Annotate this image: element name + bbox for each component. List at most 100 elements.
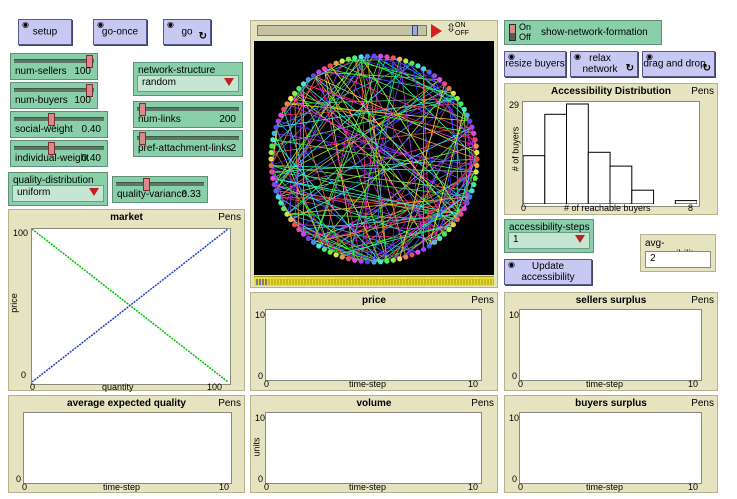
plot-pens-button[interactable]: Pens (218, 398, 241, 409)
seller-marker-icon (298, 279, 300, 285)
buyer-node-icon (426, 69, 432, 75)
seller-marker-icon (430, 279, 432, 285)
seller-marker-icon (259, 279, 261, 285)
plot-pens-button[interactable]: Pens (218, 212, 241, 223)
chooser-value: uniform (17, 187, 51, 198)
seller-marker-icon (307, 279, 309, 285)
monitor-value: 2 (650, 253, 656, 264)
num-sellers-slider[interactable]: num-sellers 100 (10, 53, 98, 80)
seller-marker-icon (394, 279, 396, 285)
seller-marker-icon (331, 279, 333, 285)
x-min-label: 0 (22, 482, 28, 492)
slider-name: num-sellers (15, 66, 67, 77)
pref-attachment-links-slider[interactable]: pref-attachment-links 2 (133, 130, 243, 157)
seller-marker-icon (397, 279, 399, 285)
buyer-node-icon (292, 90, 298, 96)
slider-value: 200 (219, 114, 236, 125)
seller-marker-icon (412, 279, 414, 285)
slider-track (137, 136, 239, 140)
switch-off-label: Off (519, 32, 531, 42)
x-max-label: 10 (468, 482, 479, 492)
market-chart-svg (32, 229, 228, 382)
buyer-node-icon (310, 239, 317, 245)
quality-variance-slider[interactable]: quality-variance 0.33 (112, 176, 208, 203)
buyer-node-icon (421, 246, 427, 252)
buyer-node-icon (474, 156, 480, 162)
quality-distribution-chooser[interactable]: quality-distribution uniform (8, 172, 108, 206)
plot-area (519, 309, 702, 381)
plot-pens-button[interactable]: Pens (691, 86, 714, 97)
buyer-node-icon (437, 77, 443, 83)
chooser-box[interactable]: 1 (508, 232, 590, 249)
slider-track (14, 59, 94, 63)
buyer-node-icon (471, 182, 477, 188)
plot-pens-button[interactable]: Pens (691, 295, 714, 306)
buyer-node-icon (464, 112, 470, 118)
buyer-node-icon (271, 182, 277, 188)
buyer-node-icon (275, 194, 281, 200)
social-weight-slider[interactable]: social-weight 0.40 (10, 111, 108, 138)
view-updates-toggle[interactable]: ⇳ ON OFF (446, 22, 472, 39)
num-buyers-slider[interactable]: num-buyers 100 (10, 82, 98, 109)
seller-marker-icon (421, 279, 423, 285)
speed-slider[interactable] (257, 25, 427, 36)
buyer-node-icon (268, 149, 274, 156)
buyer-node-icon (281, 206, 287, 212)
go-once-button-label: go-once (101, 26, 139, 38)
network-structure-chooser[interactable]: network-structure random (133, 62, 243, 96)
seller-marker-icon (445, 279, 447, 285)
seller-marker-icon (451, 279, 453, 285)
buyer-node-icon (327, 63, 333, 69)
accessibility-steps-chooser[interactable]: accessibility-steps 1 (504, 219, 594, 253)
buyer-node-icon (371, 259, 377, 265)
resize-buyers-label: resize buyers (505, 58, 565, 70)
seller-marker-icon (340, 279, 342, 285)
buyer-node-icon (278, 200, 284, 206)
show-network-formation-switch[interactable]: On Off show-network-formation (504, 20, 662, 45)
play-arrow-icon[interactable] (431, 24, 442, 38)
buyer-node-icon (352, 257, 358, 263)
drag-and-drop-button[interactable]: ◉ drag and drop ↻ (642, 51, 715, 77)
go-button[interactable]: ◉ go ↻ (163, 19, 211, 45)
buyer-node-icon (333, 60, 339, 66)
buyer-node-icon (292, 222, 298, 228)
buyer-node-icon (271, 130, 277, 136)
buyer-node-icon (321, 66, 327, 72)
individual-weight-slider[interactable]: individual-weight 0.40 (10, 140, 108, 167)
resize-buyers-button[interactable]: ◉ resize buyers (504, 51, 566, 77)
chooser-box[interactable]: uniform (12, 185, 104, 202)
plot-pens-button[interactable]: Pens (471, 398, 494, 409)
buyer-node-icon (421, 66, 427, 72)
buyer-node-icon (441, 81, 448, 87)
seller-marker-icon (361, 279, 363, 285)
chooser-box[interactable]: random (137, 75, 239, 92)
buyer-node-icon (390, 55, 396, 61)
num-links-slider[interactable]: num-links 200 (133, 101, 243, 128)
seller-marker-icon (472, 279, 474, 285)
switch-label: show-network-formation (541, 27, 648, 38)
go-once-button[interactable]: ◉ go-once (93, 19, 147, 45)
world-view[interactable] (254, 41, 494, 275)
buyer-node-icon (415, 63, 421, 69)
plot-area (265, 412, 482, 484)
plot-area (23, 412, 232, 484)
buyer-node-icon (273, 188, 279, 194)
setup-button-label: setup (32, 26, 58, 38)
y-min-label: 0 (258, 371, 264, 381)
update-accessibility-button[interactable]: ◉ Update accessibility (504, 259, 592, 285)
switch-track[interactable] (509, 24, 516, 41)
plot-pens-button[interactable]: Pens (691, 398, 714, 409)
seller-marker-icon (265, 279, 267, 285)
buyer-node-icon (384, 258, 390, 264)
seller-marker-icon (367, 279, 369, 285)
plot-pens-button[interactable]: Pens (471, 295, 494, 306)
seller-marker-icon (481, 279, 483, 285)
seller-marker-icon (373, 279, 375, 285)
slider-name: quality-variance (117, 189, 188, 200)
speed-slider-knob[interactable] (411, 25, 418, 36)
setup-button[interactable]: ◉ setup (18, 19, 72, 45)
seller-marker-icon (355, 279, 357, 285)
plot-title: volume (356, 398, 392, 409)
dropdown-arrow-icon (224, 78, 234, 86)
relax-network-button[interactable]: ◉ relax network ↻ (570, 51, 638, 77)
